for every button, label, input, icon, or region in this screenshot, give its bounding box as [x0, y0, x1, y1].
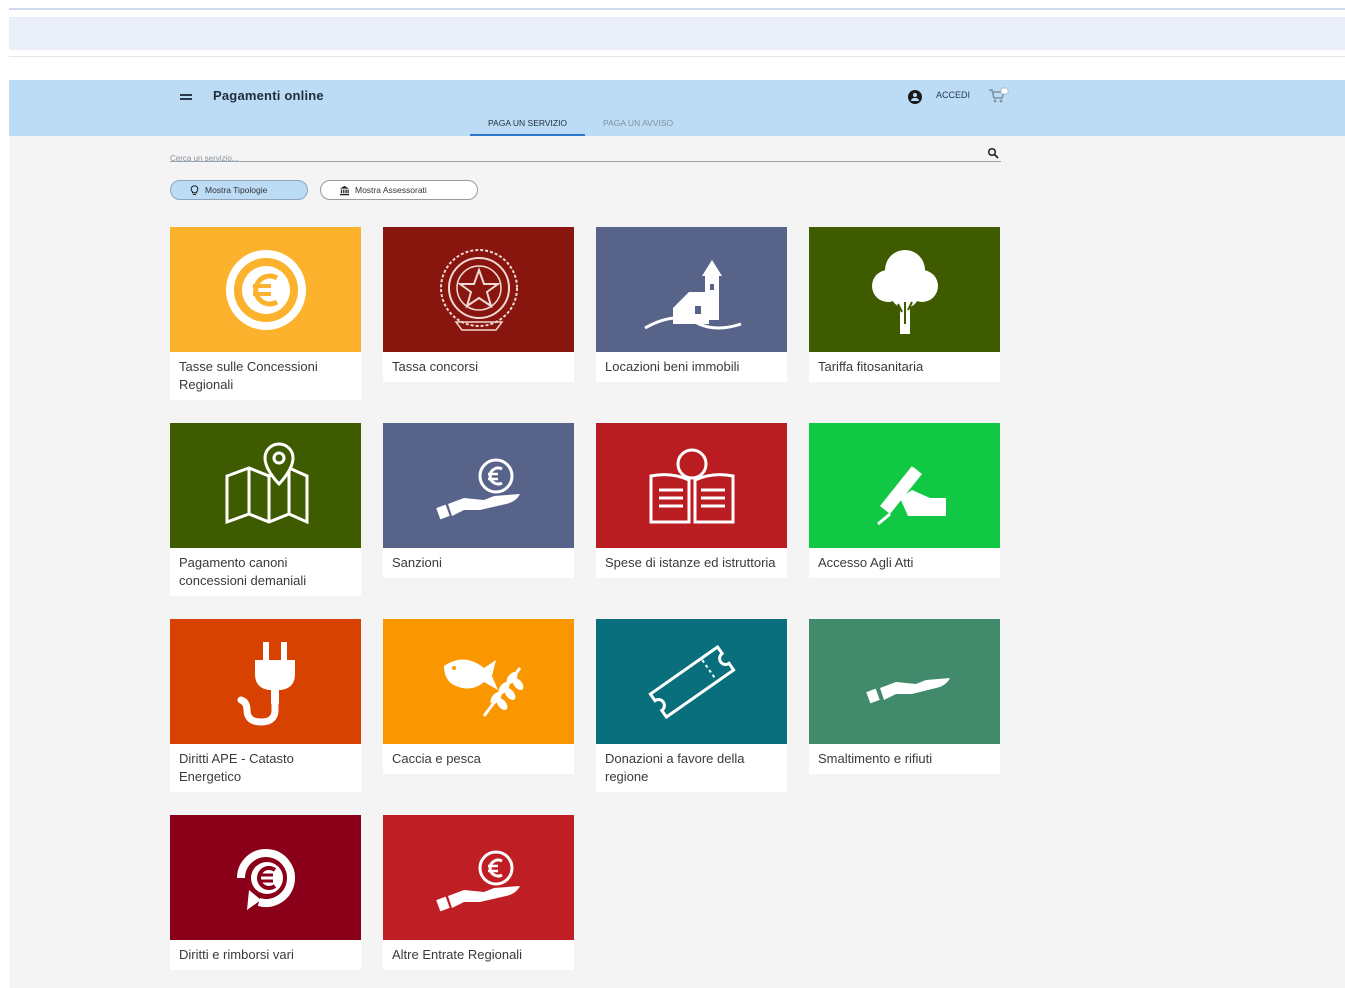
republic-emblem-icon	[439, 248, 518, 331]
service-card-canoni-demaniali[interactable]: Pagamento canoni concessioni demaniali	[170, 423, 361, 596]
service-card-diritti-ape[interactable]: Diritti APE - Catasto Energetico	[170, 619, 361, 792]
tab-bar: PAGA UN SERVIZIO PAGA UN AVVISO	[470, 115, 691, 136]
service-label: Locazioni beni immobili	[605, 359, 740, 374]
cart-icon[interactable]	[987, 87, 1009, 105]
service-label: Accesso Agli Atti	[818, 555, 914, 570]
hand-euro-icon	[435, 458, 520, 519]
service-label: Smaltimento e rifiuti	[818, 751, 933, 766]
service-card-diritti-rimborsi[interactable]: Diritti e rimborsi vari	[170, 815, 361, 970]
service-tile	[383, 227, 574, 352]
show-types-label: Mostra Tipologie	[205, 185, 268, 195]
search-icon[interactable]	[987, 147, 999, 159]
service-card-tassa-concorsi[interactable]: Tassa concorsi	[383, 227, 574, 382]
service-tile	[383, 815, 574, 940]
lightbulb-icon	[190, 184, 199, 195]
map-pin-icon	[225, 441, 308, 524]
service-label: Tassa concorsi	[392, 359, 478, 374]
show-departments-button[interactable]: Mostra Assessorati	[320, 180, 478, 200]
tab-paga-un-servizio[interactable]: PAGA UN SERVIZIO	[470, 115, 586, 136]
app-title: Pagamenti online	[213, 88, 324, 103]
euro-coin-icon	[225, 249, 306, 330]
rural-house-icon	[643, 259, 741, 329]
service-label: Sanzioni	[392, 555, 442, 570]
service-tile	[170, 619, 361, 744]
service-tile	[596, 423, 787, 548]
user-icon[interactable]	[908, 90, 922, 104]
service-card-sanzioni[interactable]: Sanzioni	[383, 423, 574, 578]
ticket-icon	[647, 644, 736, 719]
search-bar	[170, 146, 1001, 166]
search-input[interactable]	[170, 151, 950, 166]
service-label: Caccia e pesca	[392, 751, 481, 766]
app-header: Pagamenti online ACCEDI PAGA UN SERVIZIO…	[9, 80, 1345, 136]
service-tile	[383, 423, 574, 548]
service-card-donazioni[interactable]: Donazioni a favore della regione	[596, 619, 787, 792]
hand-euro-icon	[435, 850, 520, 911]
tree-icon	[871, 249, 938, 334]
service-card-locazioni-beni[interactable]: Locazioni beni immobili	[596, 227, 787, 382]
service-tile	[809, 423, 1000, 548]
login-link[interactable]: ACCEDI	[936, 90, 970, 100]
service-tile	[170, 815, 361, 940]
show-types-button[interactable]: Mostra Tipologie	[170, 180, 308, 200]
hand-writing-icon	[876, 458, 946, 525]
service-card-accesso-atti[interactable]: Accesso Agli Atti	[809, 423, 1000, 578]
app-container: Pagamenti online ACCEDI PAGA UN SERVIZIO…	[9, 80, 1345, 988]
service-tile	[809, 227, 1000, 352]
service-label: Altre Entrate Regionali	[392, 947, 523, 962]
service-label: Spese di istanze ed istruttoria	[605, 555, 776, 570]
browser-separator	[9, 56, 1345, 57]
service-label: Donazioni a favore della regione	[605, 751, 745, 784]
service-tile	[170, 227, 361, 352]
euro-refresh-icon	[236, 848, 295, 910]
power-plug-icon	[237, 641, 295, 726]
service-label: Diritti APE - Catasto Energetico	[179, 751, 294, 784]
tab-paga-un-avviso[interactable]: PAGA UN AVVISO	[585, 115, 691, 136]
service-card-spese-istanze[interactable]: Spese di istanze ed istruttoria	[596, 423, 787, 578]
open-book-icon	[649, 448, 734, 523]
bank-building-icon	[339, 185, 350, 195]
open-hand-icon	[865, 677, 950, 703]
service-card-caccia-pesca[interactable]: Caccia e pesca	[383, 619, 574, 774]
browser-top-line	[9, 8, 1345, 10]
service-label: Diritti e rimborsi vari	[179, 947, 294, 962]
service-tile	[596, 619, 787, 744]
show-departments-label: Mostra Assessorati	[355, 185, 427, 195]
service-card-altre-entrate[interactable]: Altre Entrate Regionali	[383, 815, 574, 970]
service-card-tasse-concessioni[interactable]: Tasse sulle Concessioni Regionali	[170, 227, 361, 400]
service-card-tariffa-fitosanitaria[interactable]: Tariffa fitosanitaria	[809, 227, 1000, 382]
service-tile	[596, 227, 787, 352]
hamburger-menu-icon[interactable]	[179, 92, 195, 104]
service-label: Pagamento canoni concessioni demaniali	[179, 555, 307, 588]
service-tile	[170, 423, 361, 548]
service-label: Tariffa fitosanitaria	[818, 359, 924, 374]
service-tile	[809, 619, 1000, 744]
browser-top-band	[9, 17, 1345, 50]
service-card-smaltimento-rifiuti[interactable]: Smaltimento e rifiuti	[809, 619, 1000, 774]
service-label: Tasse sulle Concessioni Regionali	[179, 359, 318, 392]
fish-wheat-icon	[443, 658, 523, 717]
service-tile	[383, 619, 574, 744]
